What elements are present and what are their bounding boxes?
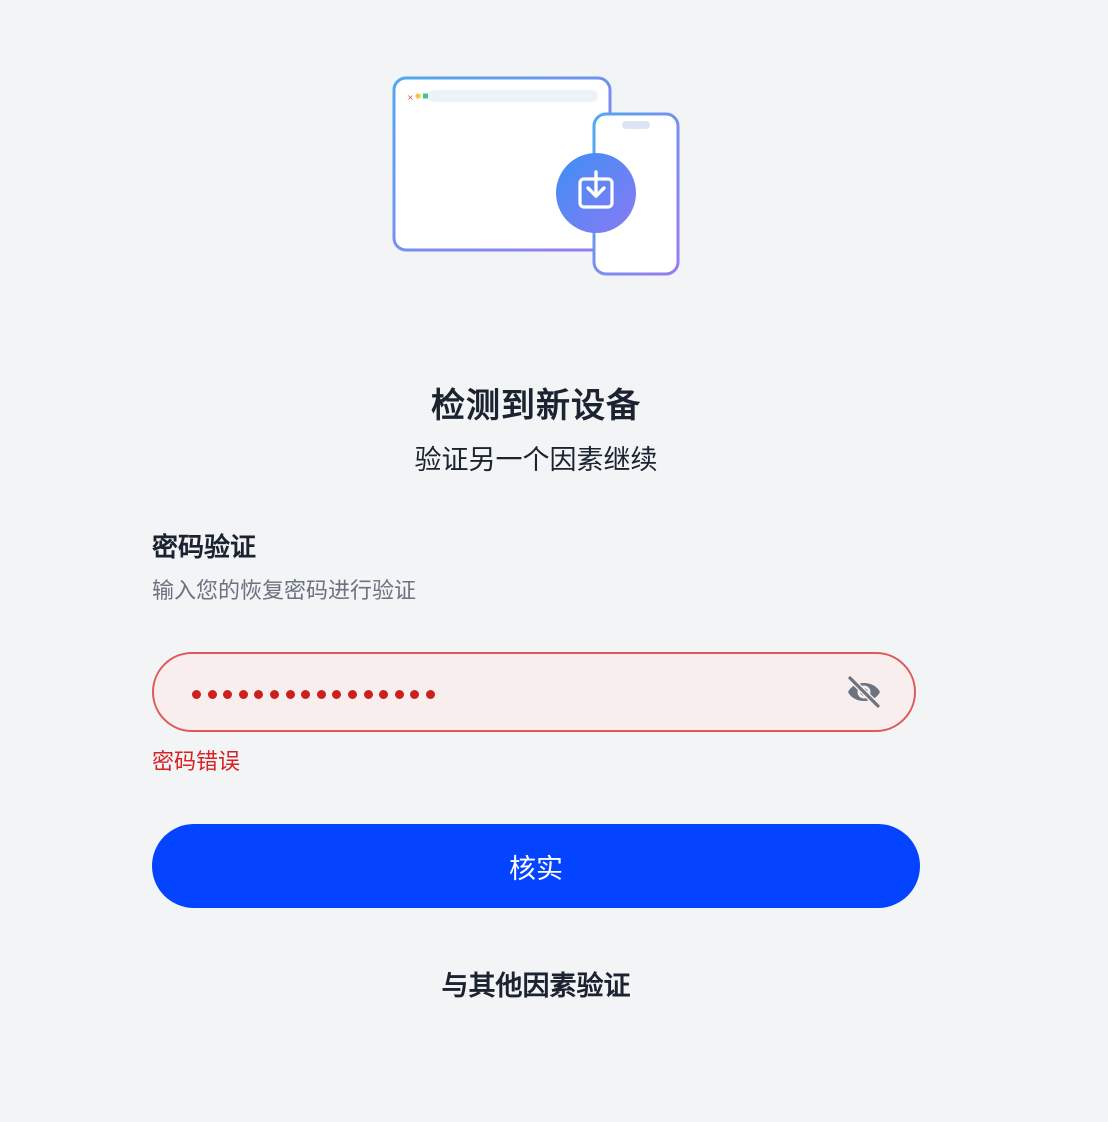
svg-text:×: ×: [407, 93, 414, 102]
password-dot: [316, 690, 326, 699]
password-dot: [254, 690, 264, 699]
page-title: 检测到新设备: [431, 386, 641, 426]
verify-button[interactable]: 核实: [152, 824, 920, 908]
device-download-icon: ×: [392, 76, 680, 276]
password-dot: [410, 690, 420, 699]
password-section-title: 密码验证: [152, 533, 257, 563]
password-dot: [363, 690, 373, 699]
password-dot: [425, 690, 435, 699]
password-masked-value: [192, 683, 442, 705]
password-dot: [207, 690, 217, 699]
new-device-illustration: ×: [388, 72, 684, 280]
password-dot: [347, 690, 357, 699]
password-dot: [285, 690, 295, 699]
eye-off-icon[interactable]: [844, 674, 884, 710]
password-error-message: 密码错误: [152, 750, 241, 775]
password-dot: [223, 690, 233, 699]
password-dot: [394, 690, 404, 699]
password-dot: [238, 690, 248, 699]
password-dot: [269, 690, 279, 699]
password-dot: [301, 690, 311, 699]
password-input[interactable]: [152, 652, 916, 732]
verify-with-other-factor-link[interactable]: 与其他因素验证: [0, 964, 1072, 1003]
password-section-description: 输入您的恢复密码进行验证: [152, 579, 417, 604]
password-dot: [332, 690, 342, 699]
password-dot: [379, 690, 389, 699]
password-dot: [192, 690, 201, 699]
page-subtitle: 验证另一个因素继续: [414, 445, 658, 476]
